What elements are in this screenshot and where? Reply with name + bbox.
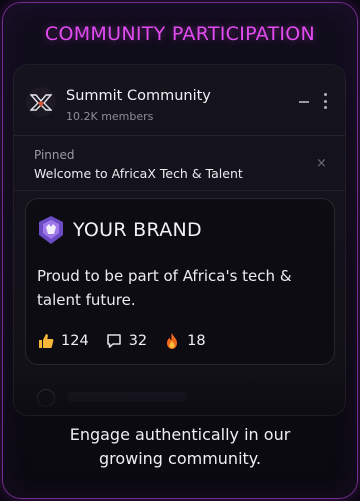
close-icon[interactable]: × <box>316 156 327 171</box>
tagline-line-1: Engage authentically in our <box>69 425 291 444</box>
summit-logo-icon <box>30 94 52 111</box>
community-card: Summit Community 10.2K members Pinned We… <box>14 65 345 415</box>
community-panel: COMMUNITY PARTICIPATION Summit Community… <box>3 3 357 498</box>
comment-count: 32 <box>128 333 148 349</box>
pinned-label: Pinned <box>34 148 75 162</box>
comment-icon <box>105 332 123 350</box>
tagline-line-2: growing community. <box>98 449 262 468</box>
more-vertical-icon[interactable] <box>320 93 330 109</box>
community-avatar[interactable] <box>26 87 56 117</box>
section-heading: COMMUNITY PARTICIPATION <box>44 23 316 45</box>
fire-reaction[interactable]: 18 <box>163 332 206 350</box>
pinned-divider <box>14 190 345 191</box>
pinned-message: Welcome to AfricaX Tech & Talent <box>34 166 243 181</box>
fire-icon <box>163 332 181 350</box>
brand-shield-icon <box>39 216 63 244</box>
fade-overlay <box>14 365 345 415</box>
like-reaction[interactable]: 124 <box>37 332 89 350</box>
minimize-icon[interactable] <box>299 101 309 103</box>
thumbs-up-icon <box>37 332 55 350</box>
community-name[interactable]: Summit Community <box>66 88 211 104</box>
reaction-bar: 124 32 18 <box>37 330 222 352</box>
post-body: Proud to be part of Africa's tech & tale… <box>37 267 292 309</box>
post-card: YOUR BRAND Proud to be part of Africa's … <box>26 199 334 364</box>
community-header: Summit Community 10.2K members <box>14 65 345 135</box>
tagline: Engage authentically in our growing comm… <box>3 423 357 471</box>
brand-name[interactable]: YOUR BRAND <box>73 219 202 241</box>
member-count: 10.2K members <box>66 110 154 123</box>
fire-count: 18 <box>187 333 206 349</box>
comment-reaction[interactable]: 32 <box>105 332 147 350</box>
like-count: 124 <box>61 333 89 349</box>
pinned-banner[interactable]: Pinned Welcome to AfricaX Tech & Talent … <box>14 136 345 186</box>
